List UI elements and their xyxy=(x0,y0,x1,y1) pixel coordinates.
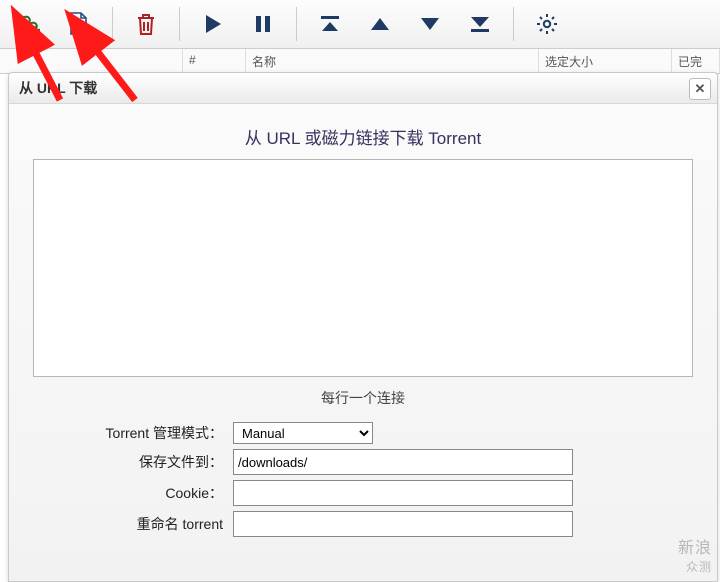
dialog-titlebar: 从 URL 下载 ✕ xyxy=(9,73,717,104)
trash-icon xyxy=(135,12,157,36)
col-size[interactable]: 选定大小 xyxy=(539,49,672,73)
up-icon xyxy=(369,15,391,33)
close-button[interactable]: ✕ xyxy=(689,78,711,100)
col-done[interactable]: 已完 xyxy=(672,49,720,73)
file-plus-icon xyxy=(67,11,91,37)
settings-button[interactable] xyxy=(522,4,572,44)
dialog-body: 从 URL 或磁力链接下载 Torrent 每行一个连接 Torrent 管理模… xyxy=(9,104,717,550)
down-icon xyxy=(419,15,441,33)
col-name[interactable]: 名称 xyxy=(246,49,539,73)
play-icon xyxy=(203,13,223,35)
label-manage-mode: Torrent 管理模式： xyxy=(33,423,233,443)
pause-button[interactable] xyxy=(238,4,288,44)
move-up-button[interactable] xyxy=(355,4,405,44)
separator xyxy=(296,7,297,41)
link-plus-icon xyxy=(16,12,42,36)
bottom-icon xyxy=(469,14,491,34)
table-header: # 名称 选定大小 已完 xyxy=(0,49,720,74)
separator xyxy=(112,7,113,41)
watermark: 新浪 众测 xyxy=(678,540,712,576)
per-line-hint: 每行一个连接 xyxy=(33,388,693,408)
row-rename: 重命名 torrent xyxy=(33,511,693,537)
move-top-button[interactable] xyxy=(305,4,355,44)
row-save-path: 保存文件到： xyxy=(33,449,693,475)
toolbar xyxy=(0,0,720,49)
add-link-button[interactable] xyxy=(4,4,54,44)
rename-input[interactable] xyxy=(233,511,573,537)
dialog-title-text: 从 URL 下载 xyxy=(19,80,97,96)
label-cookie: Cookie： xyxy=(33,483,233,503)
watermark-line1: 新浪 xyxy=(678,540,712,557)
label-rename: 重命名 torrent xyxy=(33,514,233,534)
dialog-heading: 从 URL 或磁力链接下载 Torrent xyxy=(33,124,693,149)
col-index[interactable]: # xyxy=(183,49,246,73)
separator xyxy=(179,7,180,41)
close-icon: ✕ xyxy=(695,74,706,104)
gear-icon xyxy=(536,13,558,35)
separator xyxy=(513,7,514,41)
delete-button[interactable] xyxy=(121,4,171,44)
col-blank xyxy=(0,49,183,73)
row-manage-mode: Torrent 管理模式： Manual xyxy=(33,422,693,444)
label-save-path: 保存文件到： xyxy=(33,452,233,472)
move-bottom-button[interactable] xyxy=(455,4,505,44)
url-textarea[interactable] xyxy=(33,159,693,377)
row-cookie: Cookie： xyxy=(33,480,693,506)
save-path-input[interactable] xyxy=(233,449,573,475)
pause-icon xyxy=(254,14,272,34)
download-url-dialog: 从 URL 下载 ✕ 从 URL 或磁力链接下载 Torrent 每行一个连接 … xyxy=(8,72,718,582)
move-down-button[interactable] xyxy=(405,4,455,44)
cookie-input[interactable] xyxy=(233,480,573,506)
manage-mode-select[interactable]: Manual xyxy=(233,422,373,444)
start-button[interactable] xyxy=(188,4,238,44)
top-icon xyxy=(319,14,341,34)
watermark-line2: 众测 xyxy=(678,558,712,576)
add-file-button[interactable] xyxy=(54,4,104,44)
